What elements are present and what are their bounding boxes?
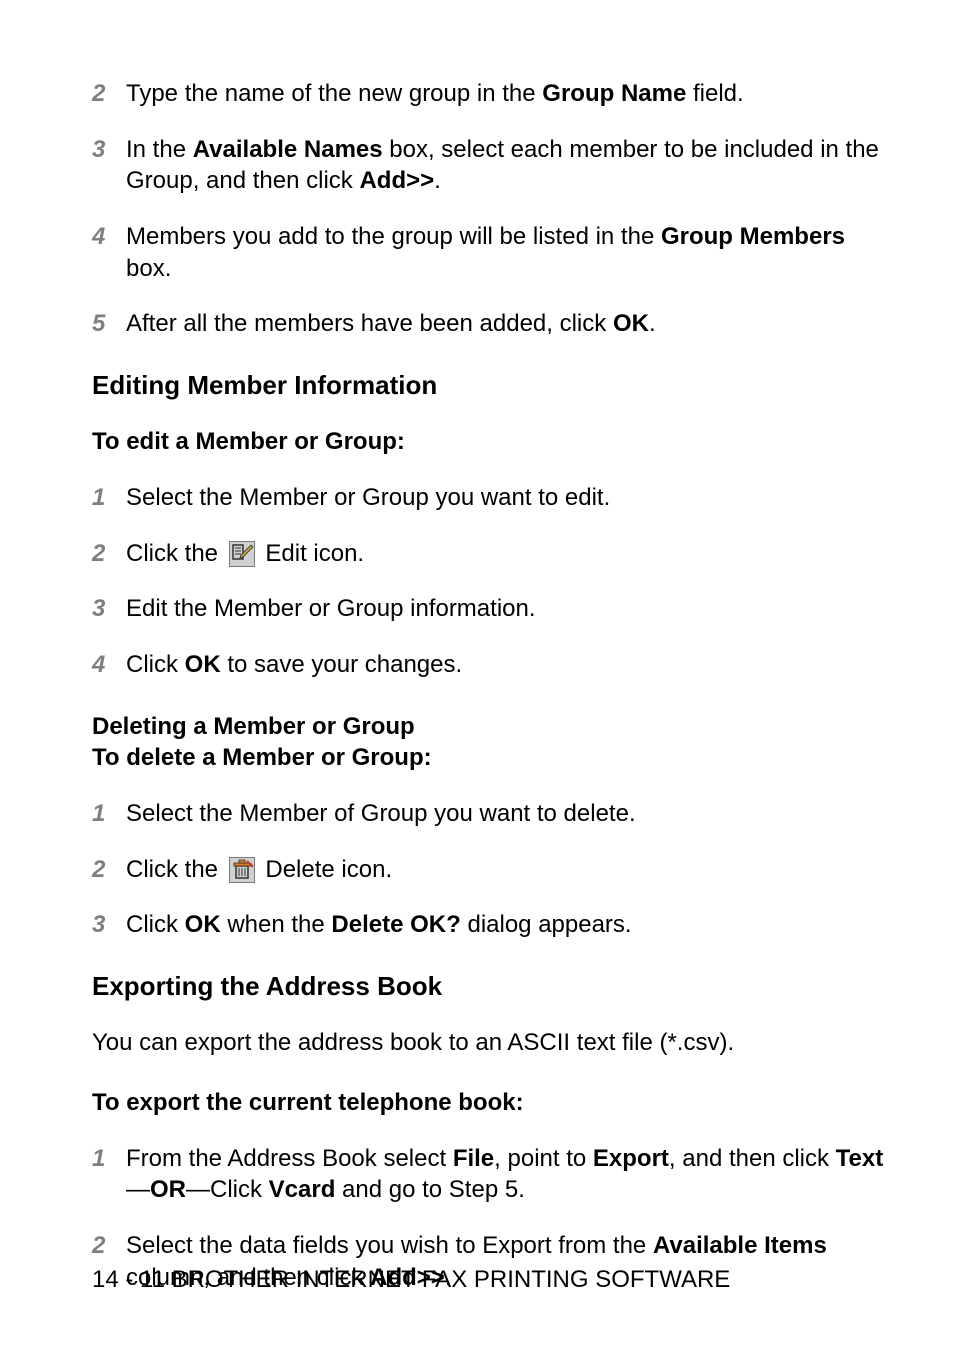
list-item: 2 Click the Delete icon. (92, 854, 884, 886)
step-number: 3 (92, 593, 126, 625)
list-item: 3 In the Available Names box, select eac… (92, 134, 884, 197)
step-text-pre: Click the (126, 856, 225, 883)
step-text: Edit the Member or Group information. (126, 593, 884, 625)
list-item: 4 Click OK to save your changes. (92, 649, 884, 681)
heading-to-delete: To delete a Member or Group: (92, 742, 884, 774)
step-text: After all the members have been added, c… (126, 308, 884, 340)
edit-icon (229, 541, 255, 567)
list-item: 2 Click the Edit icon. (92, 538, 884, 570)
step-number: 3 (92, 909, 126, 941)
step-number: 2 (92, 1230, 126, 1262)
list-item: 1 Select the Member or Group you want to… (92, 482, 884, 514)
list-item: 4 Members you add to the group will be l… (92, 221, 884, 284)
heading-exporting-address-book: Exporting the Address Book (92, 969, 884, 1003)
list-item: 5 After all the members have been added,… (92, 308, 884, 340)
step-text-post: Edit icon. (265, 540, 364, 567)
step-number: 4 (92, 649, 126, 681)
step-number: 3 (92, 134, 126, 166)
step-number: 2 (92, 854, 126, 886)
step-text: Click OK to save your changes. (126, 649, 884, 681)
list-item: 2 Type the name of the new group in the … (92, 78, 884, 110)
paragraph-export-description: You can export the address book to an AS… (92, 1027, 884, 1059)
step-number: 1 (92, 1143, 126, 1175)
step-number: 2 (92, 78, 126, 110)
step-text: Select the Member of Group you want to d… (126, 798, 884, 830)
step-text: In the Available Names box, select each … (126, 134, 884, 197)
step-text: Click the Edit icon. (126, 538, 884, 570)
step-text: Click OK when the Delete OK? dialog appe… (126, 909, 884, 941)
heading-editing-member-info: Editing Member Information (92, 368, 884, 402)
step-list-group-creation: 2 Type the name of the new group in the … (92, 78, 884, 340)
step-text: Type the name of the new group in the Gr… (126, 78, 884, 110)
step-number: 2 (92, 538, 126, 570)
heading-deleting-member: Deleting a Member or Group (92, 711, 884, 743)
heading-to-edit: To edit a Member or Group: (92, 426, 884, 458)
step-number: 1 (92, 482, 126, 514)
heading-to-export: To export the current telephone book: (92, 1087, 884, 1119)
list-item: 3 Click OK when the Delete OK? dialog ap… (92, 909, 884, 941)
step-number: 4 (92, 221, 126, 253)
step-text: From the Address Book select File, point… (126, 1143, 884, 1206)
delete-icon (229, 857, 255, 883)
page-footer: 14 - 11 BROTHER INTERNET FAX PRINTING SO… (92, 1264, 730, 1296)
step-text-pre: Click the (126, 540, 225, 567)
step-text: Members you add to the group will be lis… (126, 221, 884, 284)
list-item: 1 Select the Member of Group you want to… (92, 798, 884, 830)
step-number: 1 (92, 798, 126, 830)
step-text: Click the Delete icon. (126, 854, 884, 886)
step-number: 5 (92, 308, 126, 340)
step-list-delete: 1 Select the Member of Group you want to… (92, 798, 884, 941)
list-item: 1 From the Address Book select File, poi… (92, 1143, 884, 1206)
step-list-edit: 1 Select the Member or Group you want to… (92, 482, 884, 681)
step-text: Select the Member or Group you want to e… (126, 482, 884, 514)
step-text-post: Delete icon. (265, 856, 392, 883)
list-item: 3 Edit the Member or Group information. (92, 593, 884, 625)
